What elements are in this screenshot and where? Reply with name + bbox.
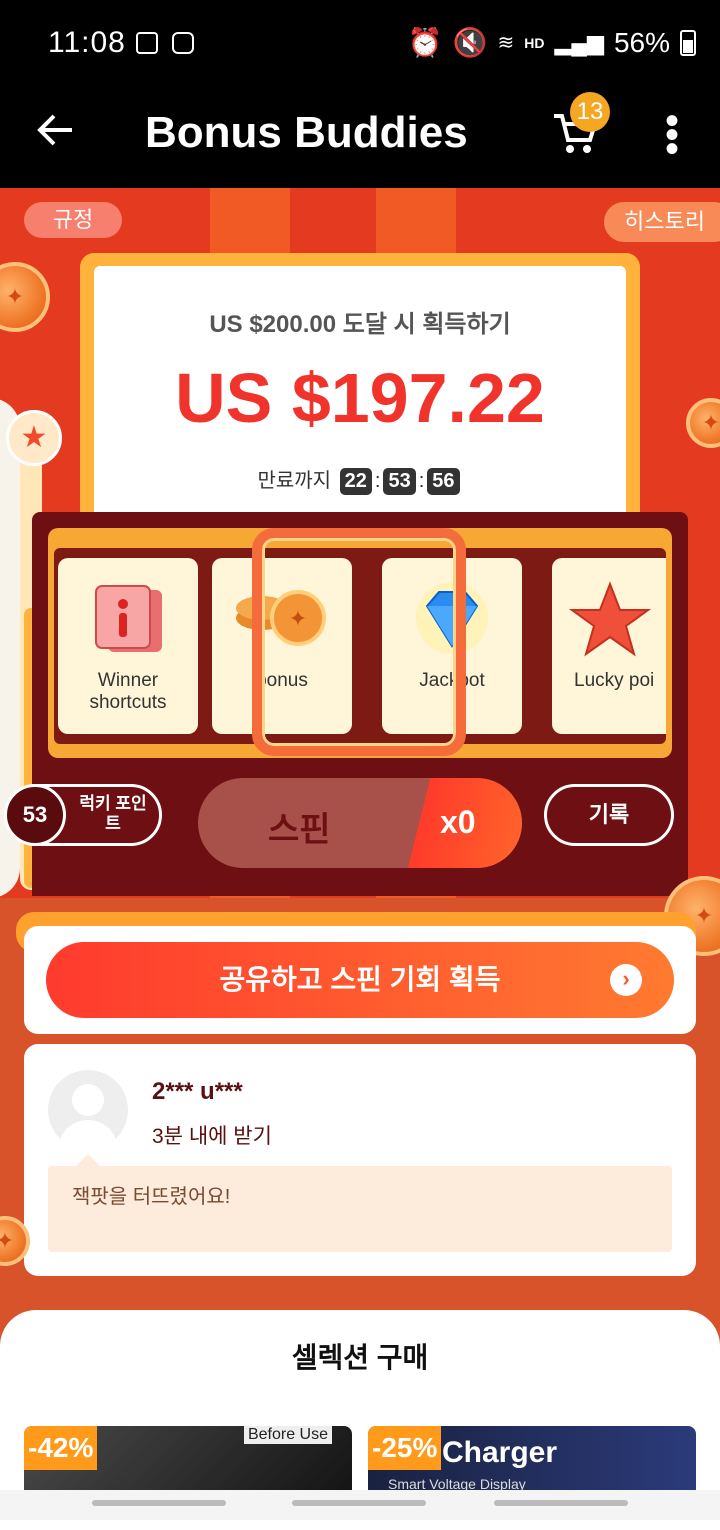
- winner-time: 3분 내에 받기: [152, 1125, 272, 1148]
- slot-selector-frame: [252, 528, 466, 756]
- app-icon: [172, 32, 194, 54]
- status-bar: 11:08 ⏰ 🔇 ≋ HD ▂▄▆ 56%: [0, 0, 720, 90]
- battery-icon: [680, 29, 696, 56]
- prize-card: US $200.00 도달 시 획득하기 US $197.22 만료까지 22:…: [94, 266, 626, 536]
- winner-message: 잭팟을 터뜨렸어요!: [72, 1186, 231, 1208]
- mute-icon: 🔇: [452, 27, 488, 58]
- nav-recents[interactable]: [92, 1500, 226, 1506]
- share-button[interactable]: 공유하고 스핀 기회 획득: [46, 942, 674, 1018]
- nav-back[interactable]: [494, 1500, 628, 1506]
- slot-item: Winner shortcuts: [58, 558, 198, 734]
- discount-badge: -42%: [24, 1426, 98, 1470]
- prize-amount: US $197.22: [175, 359, 545, 437]
- gallery-icon: [136, 32, 158, 54]
- prize-target: US $200.00 도달 시 획득하기: [209, 311, 511, 338]
- chevron-right-icon: ›: [610, 964, 642, 996]
- more-icon[interactable]: • • •: [662, 101, 682, 169]
- cart-count-badge: 13: [570, 92, 610, 132]
- signal-icon: ▂▄▆: [554, 29, 604, 55]
- star-icon: ★: [6, 410, 62, 466]
- discount-badge: -25%: [368, 1426, 442, 1470]
- product-caption: Charger: [442, 1436, 558, 1469]
- product-caption: Before Use: [243, 1426, 332, 1444]
- timer-hours: 22: [339, 468, 372, 495]
- lucky-points-count: 53: [4, 784, 66, 846]
- history-button[interactable]: 히스토리: [604, 202, 720, 242]
- info-ticket-icon: [88, 580, 168, 666]
- expiry-timer: 만료까지 22:53:56: [94, 464, 626, 495]
- winner-message-bubble: [48, 1166, 672, 1252]
- star-icon: [568, 580, 652, 666]
- battery-level: 56%: [613, 26, 670, 58]
- hd-voice-icon: HD: [524, 34, 545, 51]
- selection-title: 셀렉션 구매: [291, 1342, 429, 1373]
- slot-label: Lucky poi: [574, 670, 655, 691]
- nav-home[interactable]: [292, 1500, 426, 1506]
- status-time: 11:08: [48, 26, 126, 59]
- timer-minutes: 53: [383, 468, 416, 495]
- wifi-icon: ≋: [497, 32, 515, 54]
- slot-item: Lucky poi: [552, 558, 666, 734]
- expiry-label: 만료까지: [257, 470, 332, 492]
- winner-name: 2*** u***: [152, 1078, 243, 1105]
- spin-multiplier: x0: [440, 804, 476, 840]
- spin-label: 스핀: [268, 811, 331, 849]
- arrow-left-icon[interactable]: [36, 110, 76, 161]
- lucky-points-label: 럭키 포인트: [79, 794, 147, 833]
- timer-seconds: 56: [427, 468, 460, 495]
- rules-button[interactable]: 규정: [24, 202, 122, 238]
- app-bar: Bonus Buddies • • •: [0, 90, 720, 188]
- record-button[interactable]: 기록: [544, 784, 674, 846]
- alarm-icon: ⏰: [407, 27, 443, 58]
- spin-button[interactable]: 스핀 x0: [198, 778, 522, 868]
- slot-label: Winner shortcuts: [89, 670, 167, 713]
- bubble-tip: [76, 1154, 100, 1166]
- status-icons: ⏰ 🔇 ≋ HD ▂▄▆ 56%: [408, 26, 696, 59]
- avatar: [48, 1070, 128, 1150]
- page-title: Bonus Buddies: [145, 108, 468, 157]
